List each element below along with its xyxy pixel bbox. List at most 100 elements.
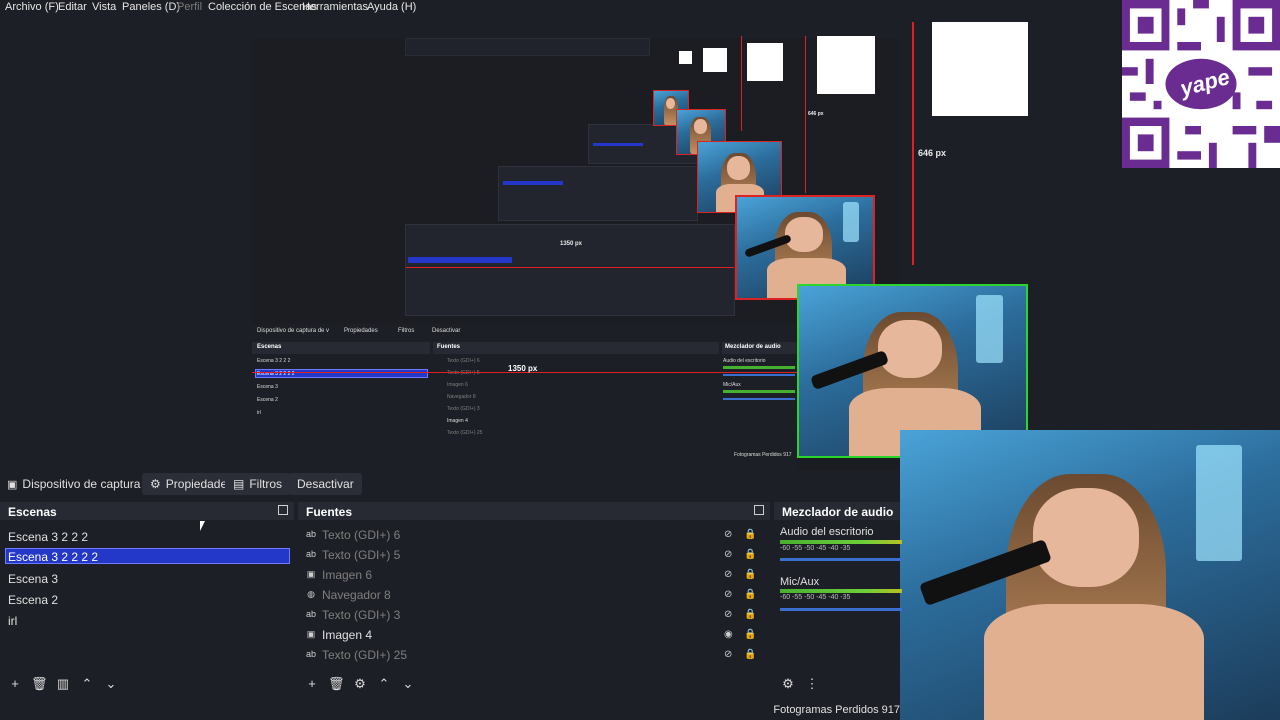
mixer-controls: ⚙ ⋮ bbox=[780, 676, 820, 694]
guide-vertical bbox=[912, 22, 914, 265]
lock-icon[interactable]: 🔒 bbox=[744, 569, 756, 580]
status-bar: Fotogramas Perdidos 917 bbox=[0, 700, 900, 720]
qr-code-large bbox=[817, 36, 875, 94]
meter-scale: -60 -55 -50 -45 -40 -35 bbox=[780, 594, 851, 601]
source-row[interactable]: ▣ Imagen 6 ⊘ 🔒 bbox=[298, 566, 758, 584]
advanced-audio-icon[interactable]: ⚙ bbox=[780, 676, 796, 692]
image-icon: ▣ bbox=[306, 629, 316, 639]
nested-mixer-ch-1: Audio del escritorio bbox=[723, 358, 766, 364]
menu-coleccion-escenas[interactable]: Colección de Escenas bbox=[208, 1, 317, 13]
menu-archivo[interactable]: Archivo (F) bbox=[5, 1, 59, 13]
undock-icon[interactable] bbox=[754, 505, 764, 515]
add-source-icon[interactable]: + bbox=[304, 676, 320, 692]
nested-toolbar-deactivate: Desactivar bbox=[432, 328, 461, 334]
eye-hidden-icon[interactable]: ⊘ bbox=[724, 649, 736, 660]
nested-toolbar-source: Dispositivo de captura de v bbox=[257, 328, 330, 334]
scene-item-selected[interactable]: Escena 3 2 2 2 2 bbox=[8, 550, 98, 564]
scene-item[interactable]: Escena 2 bbox=[8, 593, 58, 607]
nested-scene-5: irl bbox=[257, 410, 261, 416]
mixer-channel-label: Mic/Aux bbox=[780, 576, 820, 588]
eye-hidden-icon[interactable]: ⊘ bbox=[724, 529, 736, 540]
nested-toolbar-properties: Propiedades bbox=[344, 328, 378, 334]
text-icon: ab bbox=[306, 549, 317, 559]
menu-ayuda[interactable]: Ayuda (H) bbox=[367, 1, 416, 13]
trash-icon[interactable]: 🗑 bbox=[31, 676, 48, 692]
eye-hidden-icon[interactable]: ⊘ bbox=[724, 609, 736, 620]
eye-hidden-icon[interactable]: ⊘ bbox=[724, 569, 736, 580]
qr-code-xlarge bbox=[932, 22, 1028, 116]
add-scene-icon[interactable]: + bbox=[7, 676, 23, 692]
volume-meter bbox=[780, 540, 902, 544]
meter-scale: -60 -55 -50 -45 -40 -35 bbox=[780, 545, 851, 552]
camera-icon: ▣ bbox=[7, 478, 18, 491]
scenes-controls: + 🗑 ▥ ⌃ ⌄ bbox=[7, 676, 119, 694]
lock-icon[interactable]: 🔒 bbox=[744, 629, 756, 640]
mixer-panel-header: Mezclador de audio bbox=[774, 502, 900, 520]
more-options-icon[interactable]: ⋮ bbox=[804, 676, 820, 692]
sources-panel-header: Fuentes bbox=[298, 502, 770, 520]
nested-mixer-title: Mezclador de audio bbox=[725, 344, 781, 350]
text-icon: ab bbox=[306, 529, 317, 539]
source-label: Imagen 4 bbox=[322, 628, 373, 642]
source-row[interactable]: ab Texto (GDI+) 25 ⊘ 🔒 bbox=[298, 646, 758, 664]
qr-code-tiny bbox=[679, 51, 692, 64]
globe-icon: ◍ bbox=[307, 589, 315, 599]
mixer-channel-label: Audio del escritorio bbox=[780, 526, 874, 538]
deactivate-button[interactable]: Desactivar bbox=[289, 473, 362, 495]
preview-canvas[interactable]: Dispositivo de captura de v Propiedades … bbox=[0, 0, 1280, 476]
lock-icon[interactable]: 🔒 bbox=[744, 589, 756, 600]
scene-item[interactable]: Escena 3 bbox=[8, 572, 58, 586]
webcam-feed-main bbox=[900, 430, 1280, 720]
menu-editar[interactable]: Editar bbox=[58, 1, 87, 13]
move-down-icon[interactable]: ⌄ bbox=[103, 676, 119, 692]
gear-icon[interactable]: ⚙ bbox=[352, 676, 368, 692]
nested-scene-1: Escena 3 2 2 2 bbox=[257, 358, 291, 364]
lock-icon[interactable]: 🔒 bbox=[744, 529, 756, 540]
source-row[interactable]: ◍ Navegador 8 ⊘ 🔒 bbox=[298, 586, 758, 604]
dim-label-vertical-small: 646 px bbox=[808, 111, 824, 117]
guide-vertical-tiny bbox=[741, 36, 742, 131]
scene-item[interactable]: Escena 3 2 2 2 bbox=[8, 530, 88, 544]
dim-label-vertical: 646 px bbox=[918, 148, 947, 158]
menu-herramientas[interactable]: Herramientas bbox=[302, 1, 368, 13]
eye-hidden-icon[interactable]: ⊘ bbox=[724, 549, 736, 560]
menu-perfil[interactable]: Perfil bbox=[177, 1, 202, 13]
filters-button[interactable]: ▤ Filtros bbox=[225, 473, 291, 495]
dim-label-horizontal-small: 1350 px bbox=[560, 241, 583, 247]
mixer-title: Mezclador de audio bbox=[782, 505, 894, 519]
source-row[interactable]: ab Texto (GDI+) 6 ⊘ 🔒 bbox=[298, 526, 758, 544]
undock-icon[interactable] bbox=[278, 505, 288, 515]
move-up-icon[interactable]: ⌃ bbox=[79, 676, 95, 692]
nested-scene-4: Escena 2 bbox=[257, 397, 278, 403]
gear-icon: ⚙ bbox=[150, 477, 161, 491]
lock-icon[interactable]: 🔒 bbox=[744, 609, 756, 620]
eye-visible-icon[interactable]: ◉ bbox=[724, 629, 736, 640]
volume-fader[interactable] bbox=[780, 558, 902, 561]
source-label: Imagen 6 bbox=[322, 568, 373, 582]
volume-fader[interactable] bbox=[780, 608, 902, 611]
source-row[interactable]: ab Texto (GDI+) 5 ⊘ 🔒 bbox=[298, 546, 758, 564]
text-icon: ab bbox=[306, 609, 317, 619]
scene-filter-icon[interactable]: ▥ bbox=[55, 676, 71, 692]
nested-source-2: Texto (GDI+) 5 bbox=[447, 370, 480, 376]
mouse-cursor-icon bbox=[200, 521, 205, 531]
eye-hidden-icon[interactable]: ⊘ bbox=[724, 589, 736, 600]
scene-item[interactable]: irl bbox=[8, 614, 17, 628]
lock-icon[interactable]: 🔒 bbox=[744, 649, 756, 660]
scenes-panel: Escenas Escena 3 2 2 2 Escena 3 2 2 2 2 … bbox=[0, 502, 294, 700]
source-row[interactable]: ▣ Imagen 4 ◉ 🔒 bbox=[298, 626, 758, 644]
nested-dim-label: 1350 px bbox=[508, 364, 538, 373]
audio-mixer-panel: Mezclador de audio Audio del escritorio … bbox=[774, 502, 902, 700]
nested-ui-level-2 bbox=[498, 166, 698, 221]
scenes-title: Escenas bbox=[8, 505, 57, 519]
nested-source-5: Texto (GDI+) 3 bbox=[447, 406, 480, 412]
sources-controls: + 🗑 ⚙ ⌃ ⌄ bbox=[304, 676, 416, 694]
lock-icon[interactable]: 🔒 bbox=[744, 549, 756, 560]
move-up-icon[interactable]: ⌃ bbox=[376, 676, 392, 692]
deactivate-label: Desactivar bbox=[297, 477, 354, 491]
menu-paneles[interactable]: Paneles (D) bbox=[122, 1, 180, 13]
menu-vista[interactable]: Vista bbox=[92, 1, 116, 13]
source-row[interactable]: ab Texto (GDI+) 3 ⊘ 🔒 bbox=[298, 606, 758, 624]
trash-icon[interactable]: 🗑 bbox=[328, 676, 345, 692]
move-down-icon[interactable]: ⌄ bbox=[400, 676, 416, 692]
